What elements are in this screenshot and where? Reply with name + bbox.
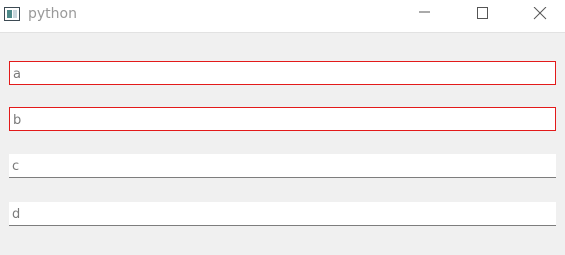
minimize-icon (419, 11, 430, 13)
line-edit-c[interactable] (9, 154, 556, 178)
app-window: python (0, 0, 565, 255)
close-icon (533, 7, 547, 20)
line-edit-a[interactable] (9, 61, 556, 85)
maximize-icon (477, 7, 488, 19)
window-title: python (28, 6, 77, 22)
maximize-button[interactable] (459, 0, 505, 28)
line-edit-d[interactable] (9, 202, 556, 226)
close-button[interactable] (517, 0, 563, 28)
app-icon[interactable] (4, 7, 20, 21)
title-bar[interactable]: python (0, 0, 565, 33)
minimize-button[interactable] (401, 0, 447, 28)
line-edit-b[interactable] (9, 107, 556, 131)
